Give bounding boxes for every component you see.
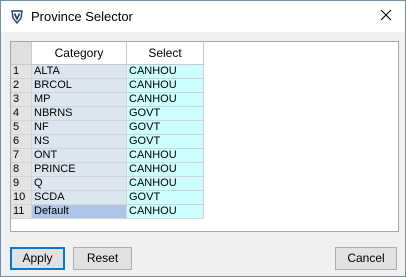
province-grid-panel: Category Select 1 ALTA CANHOU 2 BRCOL CANHOU 3… xyxy=(10,41,399,232)
table-row[interactable]: 9 Q CANHOU xyxy=(11,176,204,191)
table-row[interactable]: 11 Default CANHOU xyxy=(11,204,204,219)
apply-button[interactable]: Apply xyxy=(10,247,65,270)
row-number-cell[interactable]: 9 xyxy=(11,176,32,191)
close-icon xyxy=(380,9,392,24)
column-header-select[interactable]: Select xyxy=(126,42,204,65)
table-row[interactable]: 8 PRINCE CANHOU xyxy=(11,162,204,177)
category-cell[interactable]: NS xyxy=(31,134,127,149)
province-selector-dialog: Province Selector Category Select 1 ALTA C… xyxy=(0,0,406,277)
table-row[interactable]: 1 ALTA CANHOU xyxy=(11,64,204,79)
select-cell[interactable]: GOVT xyxy=(126,106,204,121)
select-cell[interactable]: CANHOU xyxy=(126,148,204,163)
category-cell[interactable]: ONT xyxy=(31,148,127,163)
table-row[interactable]: 3 MP CANHOU xyxy=(11,92,204,107)
table-row[interactable]: 2 BRCOL CANHOU xyxy=(11,78,204,93)
row-number-cell[interactable]: 7 xyxy=(11,148,32,163)
category-cell[interactable]: SCDA xyxy=(31,190,127,205)
column-header-category[interactable]: Category xyxy=(31,42,127,65)
select-cell[interactable]: CANHOU xyxy=(126,162,204,177)
category-cell[interactable]: MP xyxy=(31,92,127,107)
row-number-cell[interactable]: 3 xyxy=(11,92,32,107)
province-grid: Category Select 1 ALTA CANHOU 2 BRCOL CANHOU 3… xyxy=(11,42,204,219)
select-cell[interactable]: GOVT xyxy=(126,134,204,149)
select-cell[interactable]: CANHOU xyxy=(126,78,204,93)
category-cell[interactable]: Default xyxy=(31,204,127,219)
row-number-cell[interactable]: 6 xyxy=(11,134,32,149)
select-cell[interactable]: GOVT xyxy=(126,120,204,135)
select-cell[interactable]: CANHOU xyxy=(126,92,204,107)
row-number-cell[interactable]: 4 xyxy=(11,106,32,121)
row-number-cell[interactable]: 8 xyxy=(11,162,32,177)
category-cell[interactable]: NF xyxy=(31,120,127,135)
grid-corner-cell[interactable] xyxy=(11,42,32,65)
cancel-button[interactable]: Cancel xyxy=(335,247,397,270)
category-cell[interactable]: Q xyxy=(31,176,127,191)
reset-button[interactable]: Reset xyxy=(73,247,132,270)
select-cell[interactable]: GOVT xyxy=(126,190,204,205)
category-cell[interactable]: BRCOL xyxy=(31,78,127,93)
row-number-cell[interactable]: 2 xyxy=(11,78,32,93)
row-number-cell[interactable]: 11 xyxy=(11,204,32,219)
category-cell[interactable]: NBRNS xyxy=(31,106,127,121)
close-button[interactable] xyxy=(373,4,399,28)
grid-header-row: Category Select xyxy=(11,42,204,65)
category-cell[interactable]: PRINCE xyxy=(31,162,127,177)
select-cell[interactable]: CANHOU xyxy=(126,176,204,191)
window-title: Province Selector xyxy=(31,9,133,24)
select-cell[interactable]: CANHOU xyxy=(126,64,204,79)
row-number-cell[interactable]: 5 xyxy=(11,120,32,135)
category-cell[interactable]: ALTA xyxy=(31,64,127,79)
table-row[interactable]: 7 ONT CANHOU xyxy=(11,148,204,163)
table-row[interactable]: 5 NF GOVT xyxy=(11,120,204,135)
table-row[interactable]: 10 SCDA GOVT xyxy=(11,190,204,205)
row-number-cell[interactable]: 10 xyxy=(11,190,32,205)
title-bar: Province Selector xyxy=(1,1,405,32)
app-shield-icon xyxy=(9,9,25,25)
row-number-cell[interactable]: 1 xyxy=(11,64,32,79)
table-row[interactable]: 4 NBRNS GOVT xyxy=(11,106,204,121)
table-row[interactable]: 6 NS GOVT xyxy=(11,134,204,149)
select-cell[interactable]: CANHOU xyxy=(126,204,204,219)
